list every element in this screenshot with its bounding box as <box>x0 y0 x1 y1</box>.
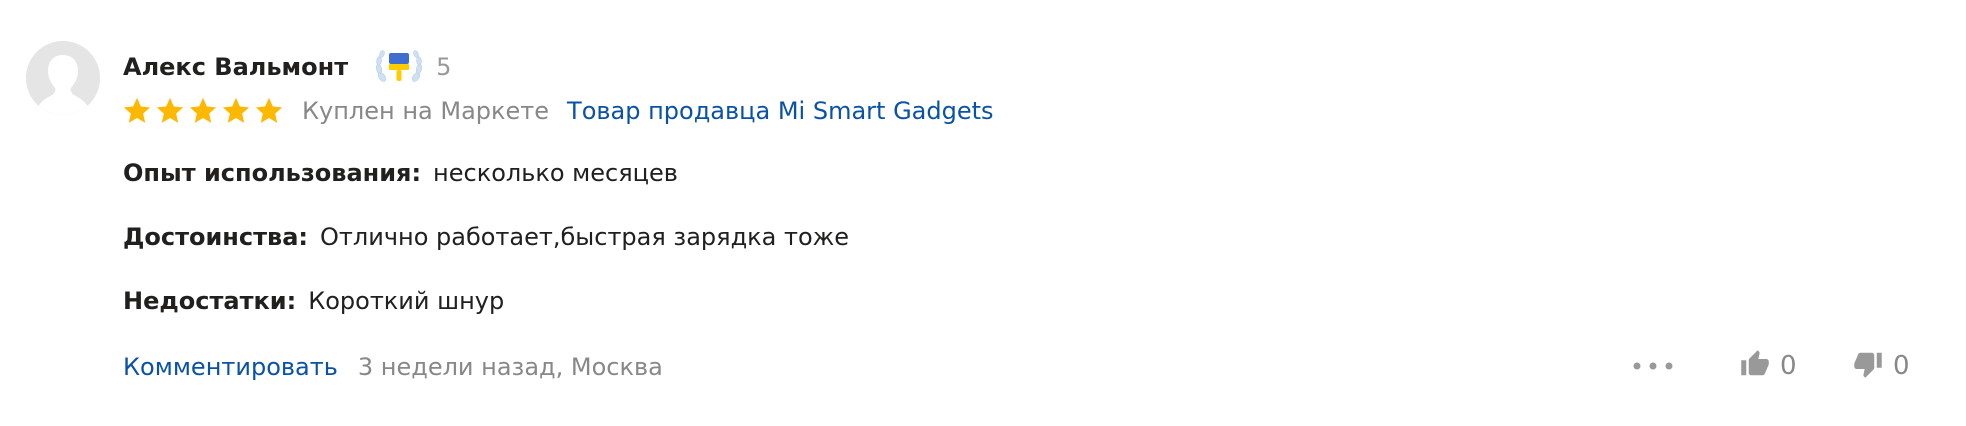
review-actions: 0 0 <box>1630 346 1940 386</box>
date-city: 3 недели назад, Москва <box>357 353 663 381</box>
star-icon <box>222 97 250 123</box>
experience-value: несколько месяцев <box>433 159 678 187</box>
badge-count: 5 <box>436 53 452 81</box>
more-dots-icon[interactable] <box>1630 350 1676 382</box>
seller-link[interactable]: Товар продавца Mi Smart Gadgets <box>567 97 993 125</box>
cons-field: Недостатки: Короткий шнур <box>123 285 504 317</box>
experience-field: Опыт использования: несколько месяцев <box>123 157 678 189</box>
like-button[interactable]: 0 <box>1740 346 1797 386</box>
rating-stars <box>122 96 287 126</box>
like-count: 0 <box>1780 351 1797 381</box>
cons-label: Недостатки: <box>123 287 297 315</box>
review-card: Алекс Вальмонт 5 Куплен на Маркете Товар… <box>0 0 1966 426</box>
laurel-brush-badge-icon[interactable] <box>374 50 424 84</box>
dislike-button[interactable]: 0 <box>1853 346 1910 386</box>
experience-label: Опыт использования: <box>123 159 422 187</box>
comment-button[interactable]: Комментировать <box>123 353 338 381</box>
star-icon <box>123 97 151 123</box>
purchased-label: Куплен на Маркете <box>302 97 550 125</box>
pros-field: Достоинства: Отлично работает,быстрая за… <box>123 221 849 253</box>
star-icon <box>189 97 217 123</box>
pros-label: Достоинства: <box>123 223 309 251</box>
thumbs-down-icon <box>1853 349 1883 383</box>
default-avatar-icon[interactable] <box>26 41 100 115</box>
review-footer: Комментировать 3 недели назад, Москва <box>123 350 663 384</box>
star-icon <box>156 97 184 123</box>
pros-value: Отлично работает,быстрая зарядка тоже <box>320 223 850 251</box>
dislike-count: 0 <box>1893 351 1910 381</box>
star-icon <box>255 97 283 123</box>
cons-value: Короткий шнур <box>308 287 505 315</box>
author-row: Алекс Вальмонт 5 <box>123 50 451 84</box>
rating-meta-row: Куплен на Маркете Товар продавца Mi Smar… <box>122 94 994 128</box>
thumbs-up-icon <box>1740 349 1770 383</box>
author-name[interactable]: Алекс Вальмонт <box>123 53 348 81</box>
